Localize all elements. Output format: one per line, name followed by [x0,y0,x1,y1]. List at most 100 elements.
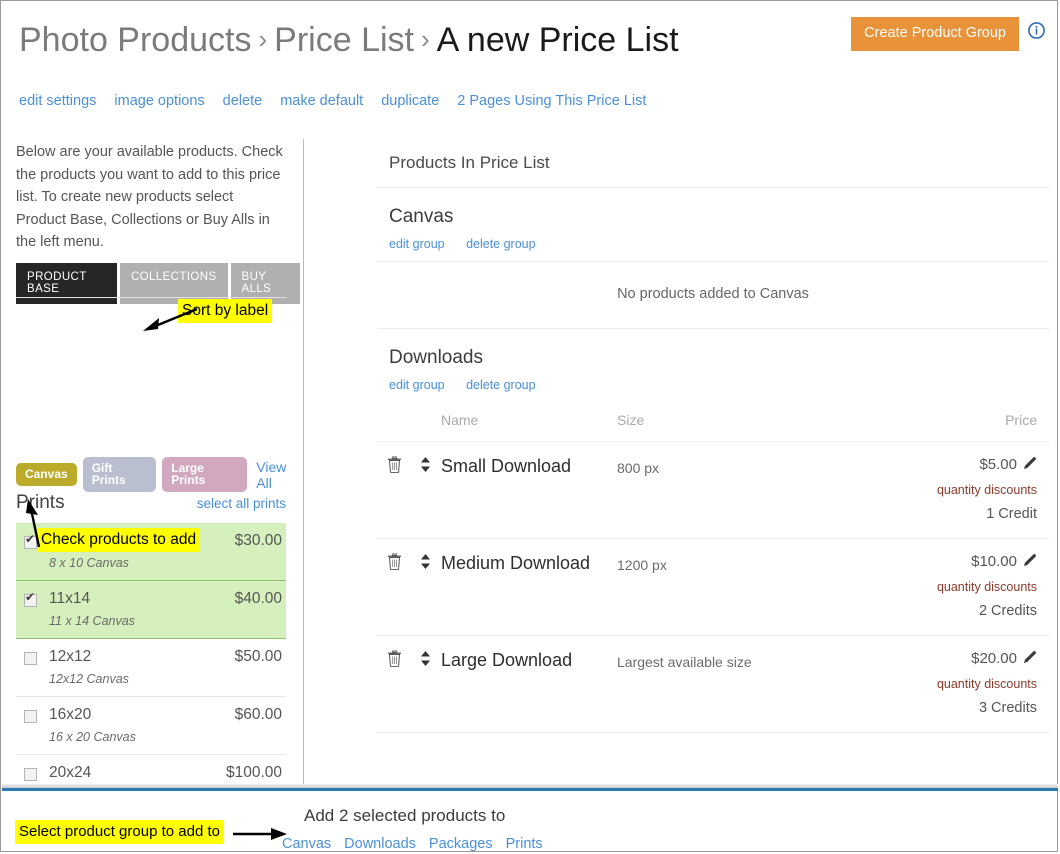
category-filter-pills: Canvas Gift Prints Large Prints View All [16,457,303,492]
breadcrumb-item-2[interactable]: Price List [274,21,414,59]
tab-underline [16,297,286,298]
link-make-default[interactable]: make default [280,93,363,109]
bottom-divider [2,784,1058,791]
delete-group-link[interactable]: delete group [466,378,536,392]
download-name: Large Download [441,635,617,734]
link-delete[interactable]: delete [223,93,263,109]
reorder-updown-icon[interactable] [420,650,431,672]
pill-view-all[interactable]: View All [256,459,303,491]
col-actions [377,402,441,442]
prints-section-header: Prints select all prints [16,492,286,514]
link-duplicate[interactable]: duplicate [381,93,439,109]
col-name: Name [441,402,617,442]
target-group-prints[interactable]: Prints [506,836,543,852]
edit-pencil-icon[interactable] [1023,553,1037,571]
info-icon[interactable] [1028,22,1045,39]
pill-canvas[interactable]: Canvas [16,463,77,486]
create-product-group-button[interactable]: Create Product Group [851,17,1019,51]
download-price-cell: $5.00 quantity discounts 1 Credit [867,441,1049,540]
available-product-list: 8x10 $30.00 8 x 10 Canvas 11x14 $40.00 1… [16,523,286,790]
select-all-prints-link[interactable]: select all prints [197,496,286,511]
download-name: Medium Download [441,538,617,637]
product-name: 12x12 [49,648,92,665]
download-price: $20.00 [971,650,1037,667]
delete-group-link[interactable]: delete group [466,237,536,251]
product-name: 20x24 [49,764,92,781]
price-value: $5.00 [979,456,1017,473]
download-size: Largest available size [617,635,867,734]
table-row: Large Download Largest available size $2… [377,635,1049,734]
edit-group-link[interactable]: edit group [389,237,445,251]
group-canvas: Canvas edit group delete group No produc… [377,188,1049,329]
quantity-discounts-link[interactable]: quantity discounts [867,483,1037,497]
link-edit-settings[interactable]: edit settings [19,93,96,109]
list-item[interactable]: 12x12 $50.00 12x12 Canvas [16,639,286,697]
target-group-canvas[interactable]: Canvas [282,836,331,852]
page-title: A new Price List [436,21,679,59]
trash-icon[interactable] [387,650,402,672]
download-name: Small Download [441,441,617,540]
target-group-packages[interactable]: Packages [429,836,493,852]
edit-group-link[interactable]: edit group [389,378,445,392]
link-pages-using-price-list[interactable]: 2 Pages Using This Price List [457,93,646,109]
trash-icon[interactable] [387,456,402,478]
col-size: Size [617,402,867,442]
row-actions [377,635,441,734]
credits-value: 2 Credits [978,603,1037,620]
panel-instructions: Below are your available products. Check… [16,144,283,250]
table-row: Medium Download 1200 px $10.00 quantity … [377,538,1049,637]
col-price: Price [867,402,1049,442]
products-in-price-list-title: Products In Price List [377,141,1049,188]
pill-gift-prints[interactable]: Gift Prints [82,457,157,492]
quantity-discounts-link[interactable]: quantity discounts [867,677,1037,691]
group-links: edit group delete group [389,376,1049,394]
product-checkbox[interactable] [24,710,37,723]
download-price: $5.00 [979,456,1037,473]
trash-icon[interactable] [387,553,402,575]
downloads-table: Name Size Price Small Download 800 px $5… [377,402,1049,734]
annotation-sort-by-label: Sort by label [178,299,273,323]
group-name: Downloads [389,347,483,368]
product-checkbox[interactable] [24,768,37,781]
list-item[interactable]: 16x20 $60.00 16 x 20 Canvas [16,697,286,755]
download-price-cell: $20.00 quantity discounts 3 Credits [867,635,1049,734]
download-size: 1200 px [617,538,867,637]
product-name: 16x20 [49,706,92,723]
product-price: $60.00 [234,706,282,723]
prints-section-title: Prints [16,492,65,513]
quantity-discounts-link[interactable]: quantity discounts [867,580,1037,594]
annotation-select-group: Select product group to add to [15,820,224,844]
credits-value: 1 Credit [986,506,1037,523]
product-name: 11x14 [49,590,91,607]
page-header: Photo Products › Price List › A new Price Li… [1,1,1057,87]
table-header-row: Name Size Price [377,402,1049,442]
download-price: $10.00 [971,553,1037,570]
link-image-options[interactable]: image options [114,93,204,109]
download-price-cell: $10.00 quantity discounts 2 Credits [867,538,1049,637]
pill-large-prints[interactable]: Large Prints [162,457,248,492]
reorder-updown-icon[interactable] [420,553,431,575]
breadcrumb-item-1[interactable]: Photo Products [19,21,251,59]
edit-pencil-icon[interactable] [1023,650,1037,668]
product-checkbox[interactable] [24,591,37,607]
breadcrumb-separator-1: › [258,24,268,54]
page-frame: Photo Products › Price List › A new Price Li… [0,0,1058,852]
annotation-check-products: Check products to add [37,528,201,552]
product-checkbox[interactable] [24,533,37,549]
product-checkbox[interactable] [24,652,37,665]
add-selected-label: Add 2 selected products to [304,806,506,825]
group-links: edit group delete group [389,235,1049,253]
empty-group-message: No products added to Canvas [377,261,1049,328]
credits-value: 3 Credits [978,700,1037,717]
table-row: Small Download 800 px $5.00 quantity dis… [377,441,1049,540]
download-size: 800 px [617,441,867,540]
list-item[interactable]: 11x14 $40.00 11 x 14 Canvas [16,581,286,639]
reorder-updown-icon[interactable] [420,456,431,478]
target-group-downloads[interactable]: Downloads [344,836,416,852]
group-header: Canvas edit group delete group [377,188,1049,261]
breadcrumb: Photo Products › Price List › A new Price Li… [19,18,679,64]
product-price: $30.00 [234,532,282,549]
product-price: $40.00 [234,590,282,607]
edit-pencil-icon[interactable] [1023,456,1037,474]
row-actions [377,441,441,540]
